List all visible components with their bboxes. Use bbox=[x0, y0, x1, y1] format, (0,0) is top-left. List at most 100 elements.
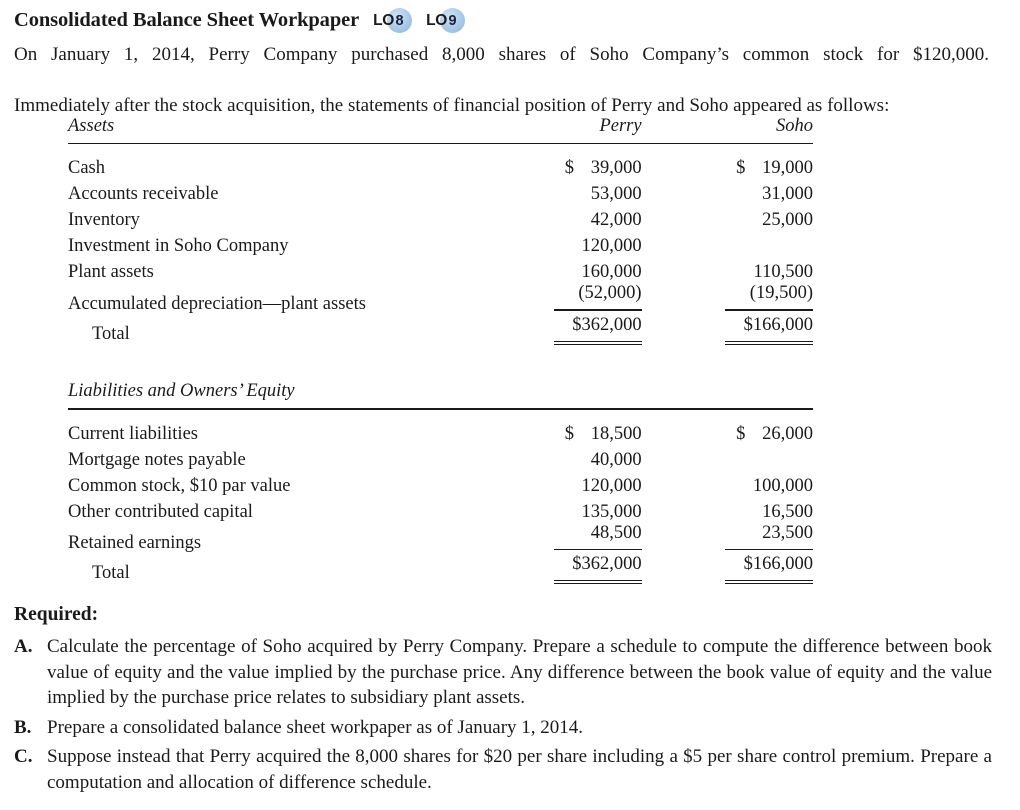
double-rule bbox=[725, 579, 813, 585]
row-label: Common stock, $10 par value bbox=[68, 475, 291, 496]
row-value-soho: $26,000 bbox=[654, 417, 813, 445]
subtotal-rule bbox=[553, 309, 642, 311]
row-value-perry: 160,000 bbox=[581, 262, 642, 283]
lo-label: LO bbox=[426, 11, 447, 29]
row-label: Accounts receivable bbox=[68, 184, 219, 205]
intro-line-1: On January 1, 2014, Perry Company purcha… bbox=[14, 44, 989, 65]
value-text: 18,500 bbox=[590, 423, 642, 444]
table-row: Other contributed capital 135,000 16,500 bbox=[68, 497, 813, 523]
subtotal-rule bbox=[725, 548, 813, 550]
list-item: A. Calculate the percentage of Soho acqu… bbox=[14, 634, 992, 711]
assets-header-rule bbox=[68, 140, 813, 151]
row-value-perry: 135,000 bbox=[581, 501, 642, 522]
assets-header-row: Assets Perry Soho bbox=[68, 110, 813, 140]
assets-total-row: Total $362,000 $166,000 bbox=[68, 314, 813, 346]
total-label: Total bbox=[92, 563, 130, 584]
table-row: Accumulated depreciation—plant assets (5… bbox=[68, 283, 813, 314]
row-value-perry: 53,000 bbox=[590, 184, 642, 205]
row-label: Retained earnings bbox=[68, 532, 202, 553]
row-value-soho: 110,500 bbox=[753, 262, 813, 283]
value-text: $362,000 bbox=[572, 314, 642, 335]
required-list: A. Calculate the percentage of Soho acqu… bbox=[14, 634, 992, 799]
column-header-soho: Soho bbox=[776, 116, 813, 136]
table-row: Mortgage notes payable 40,000 bbox=[68, 445, 813, 471]
list-item: C. Suppose instead that Perry acquired t… bbox=[14, 744, 992, 795]
currency-symbol: $ bbox=[736, 423, 746, 444]
table-row: Inventory 42,000 25,000 bbox=[68, 205, 813, 231]
table-row: Accounts receivable 53,000 31,000 bbox=[68, 179, 813, 205]
value-text: 26,000 bbox=[762, 423, 813, 444]
row-label: Inventory bbox=[68, 210, 140, 231]
total-value-perry: $362,000 bbox=[482, 553, 653, 585]
row-label: Other contributed capital bbox=[68, 501, 253, 522]
value-text: (52,000) bbox=[578, 283, 642, 304]
required-heading: Required: bbox=[14, 604, 99, 625]
value-text: 48,500 bbox=[590, 522, 642, 543]
subtotal-rule bbox=[725, 309, 813, 311]
row-value-perry: 48,500 bbox=[482, 523, 653, 554]
list-item-letter: B. bbox=[14, 716, 32, 738]
equity-header-rule bbox=[68, 405, 813, 416]
row-label: Cash bbox=[68, 158, 105, 179]
page-title: Consolidated Balance Sheet Workpaper bbox=[14, 9, 360, 31]
assets-header-rule-row bbox=[68, 140, 813, 151]
row-value-soho: 23,500 bbox=[654, 523, 813, 554]
row-value-soho: $19,000 bbox=[654, 151, 813, 179]
row-value-soho: 16,500 bbox=[762, 501, 813, 522]
balance-sheet-table: Assets Perry Soho Cash $39,000 $19,000 A… bbox=[68, 110, 813, 585]
learning-objective-badge-8: LO 8 bbox=[373, 8, 413, 33]
assets-section-title: Assets bbox=[68, 116, 115, 136]
row-value-soho: 100,000 bbox=[752, 475, 813, 496]
row-label: Plant assets bbox=[68, 262, 154, 283]
list-item-text: Calculate the percentage of Soho acquire… bbox=[47, 636, 992, 708]
list-item-text: Suppose instead that Perry acquired the … bbox=[47, 746, 992, 793]
row-label: Current liabilities bbox=[68, 423, 198, 444]
total-value-perry: $362,000 bbox=[482, 314, 653, 346]
currency-symbol: $ bbox=[564, 158, 574, 179]
equity-total-row: Total $362,000 $166,000 bbox=[68, 553, 813, 585]
list-item: B. Prepare a consolidated balance sheet … bbox=[14, 715, 992, 741]
row-value-perry: $39,000 bbox=[482, 151, 653, 179]
value-text: 23,500 bbox=[762, 522, 813, 543]
row-value-soho: 31,000 bbox=[762, 184, 813, 205]
row-value-soho bbox=[654, 445, 813, 471]
table-row: Common stock, $10 par value 120,000 100,… bbox=[68, 471, 813, 497]
value-text: 39,000 bbox=[590, 158, 642, 179]
equity-section-title: Liabilities and Owners’ Equity bbox=[68, 381, 295, 402]
equity-header-rule-row bbox=[68, 405, 813, 416]
table-row: Plant assets 160,000 110,500 bbox=[68, 257, 813, 283]
value-text: $362,000 bbox=[572, 553, 642, 574]
value-text: $166,000 bbox=[743, 314, 813, 335]
row-label: Accumulated depreciation—plant assets bbox=[68, 293, 366, 314]
currency-symbol: $ bbox=[736, 158, 746, 179]
table-row: Current liabilities $18,500 $26,000 bbox=[68, 417, 813, 445]
table-row: Retained earnings 48,500 23,500 bbox=[68, 523, 813, 554]
value-text: 19,000 bbox=[762, 158, 813, 179]
value-text: (19,500) bbox=[749, 283, 813, 304]
page-title-row: Consolidated Balance Sheet Workpaper LO … bbox=[14, 8, 465, 33]
column-header-perry: Perry bbox=[599, 116, 642, 136]
row-label: Mortgage notes payable bbox=[68, 449, 246, 470]
section-spacer bbox=[68, 345, 813, 375]
row-label: Investment in Soho Company bbox=[68, 236, 289, 257]
total-value-soho: $166,000 bbox=[654, 314, 813, 346]
table-row: Investment in Soho Company 120,000 bbox=[68, 231, 813, 257]
row-value-soho: 25,000 bbox=[762, 210, 813, 231]
equity-header-row: Liabilities and Owners’ Equity bbox=[68, 375, 813, 405]
value-text: $166,000 bbox=[743, 553, 813, 574]
row-value-perry: 42,000 bbox=[590, 210, 642, 231]
row-value-soho bbox=[654, 231, 813, 257]
total-label: Total bbox=[92, 324, 130, 345]
currency-symbol: $ bbox=[564, 423, 574, 444]
row-value-perry: 40,000 bbox=[590, 449, 642, 470]
list-item-text: Prepare a consolidated balance sheet wor… bbox=[47, 716, 584, 738]
row-value-soho: (19,500) bbox=[654, 283, 813, 314]
double-rule bbox=[553, 579, 642, 585]
row-value-perry: 120,000 bbox=[581, 236, 642, 257]
row-value-perry: (52,000) bbox=[482, 283, 653, 314]
lo-label: LO bbox=[373, 11, 395, 29]
learning-objective-badge-9: LO 9 bbox=[426, 8, 465, 33]
list-item-letter: C. bbox=[14, 746, 33, 767]
row-value-perry: $18,500 bbox=[482, 417, 653, 445]
row-value-perry: 120,000 bbox=[581, 475, 642, 496]
